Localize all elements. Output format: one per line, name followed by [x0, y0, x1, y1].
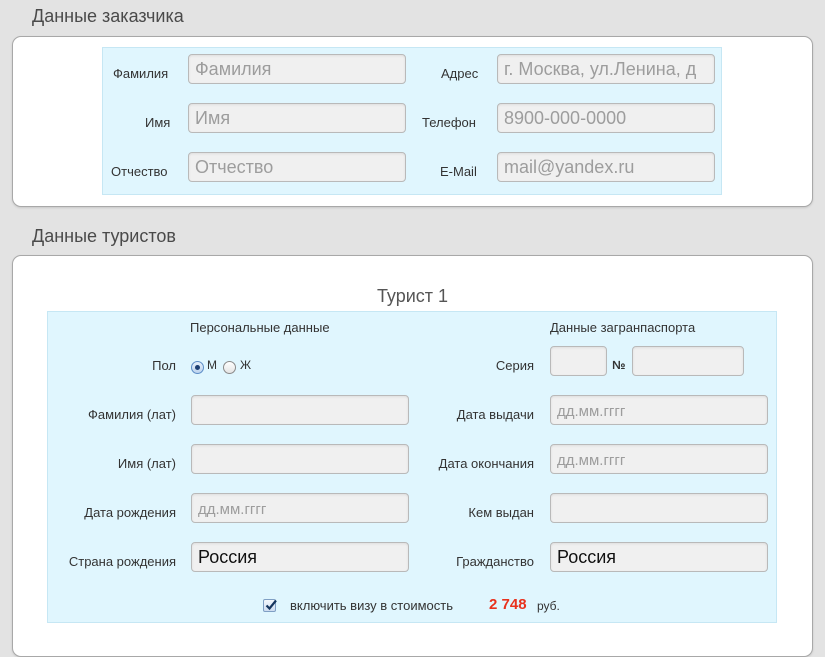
passport-data-header: Данные загранпаспорта: [550, 320, 696, 335]
email-label: E-Mail: [440, 164, 477, 179]
series-input[interactable]: [550, 346, 607, 376]
first-name-lat-input[interactable]: [191, 444, 409, 474]
address-input[interactable]: [497, 54, 715, 84]
last-name-label: Фамилия: [113, 66, 169, 81]
visa-currency: руб.: [537, 599, 560, 613]
tourists-section-title: Данные туристов: [32, 226, 176, 246]
birth-country-input[interactable]: [191, 542, 409, 572]
birth-date-label: Дата рождения: [84, 505, 176, 520]
expiry-date-input[interactable]: [550, 444, 768, 474]
number-label: №: [612, 358, 626, 372]
issued-by-input[interactable]: [550, 493, 768, 523]
visa-checkbox[interactable]: [263, 599, 277, 612]
personal-data-header: Персональные данные: [190, 320, 330, 335]
issued-by-label: Кем выдан: [468, 505, 534, 520]
citizenship-label: Гражданство: [456, 554, 534, 569]
visa-price: 2 748: [489, 596, 527, 613]
middle-name-input[interactable]: [188, 152, 406, 182]
issue-date-input[interactable]: [550, 395, 768, 425]
tourist-title: Турист 1: [376, 286, 449, 306]
birth-date-input[interactable]: [191, 493, 409, 523]
issue-date-label: Дата выдачи: [456, 407, 534, 422]
customer-section-title: Данные заказчика: [32, 6, 184, 26]
customer-form-area: Фамилия Имя Отчество Адрес Телефон E-Mai…: [102, 47, 722, 195]
series-label: Серия: [495, 358, 534, 373]
expiry-date-label: Дата окончания: [438, 456, 534, 471]
gender-m-radio[interactable]: [191, 361, 204, 374]
first-name-input[interactable]: [188, 103, 406, 133]
address-label: Адрес: [441, 66, 479, 81]
first-name-label: Имя: [145, 115, 171, 130]
tourist-form-area: Персональные данные Данные загранпаспорт…: [47, 311, 777, 623]
citizenship-input[interactable]: [550, 542, 768, 572]
passport-number-input[interactable]: [632, 346, 744, 376]
gender-f-radio[interactable]: [223, 361, 236, 374]
birth-country-label: Страна рождения: [68, 554, 176, 569]
phone-input[interactable]: [497, 103, 715, 133]
gender-f-label: Ж: [240, 358, 252, 372]
last-name-input[interactable]: [188, 54, 406, 84]
customer-panel: Фамилия Имя Отчество Адрес Телефон E-Mai…: [12, 36, 813, 207]
last-name-lat-input[interactable]: [191, 395, 409, 425]
middle-name-label: Отчество: [111, 164, 168, 179]
last-name-lat-label: Фамилия (лат): [88, 407, 176, 422]
phone-label: Телефон: [422, 115, 476, 130]
tourists-panel: Турист 1 Персональные данные Данные загр…: [12, 255, 813, 657]
first-name-lat-label: Имя (лат): [117, 456, 176, 471]
gender-label: Пол: [152, 358, 176, 373]
checkmark-icon: [265, 599, 277, 611]
visa-label: включить визу в стоимость: [290, 598, 453, 613]
email-input[interactable]: [497, 152, 715, 182]
gender-m-label: М: [207, 358, 217, 372]
